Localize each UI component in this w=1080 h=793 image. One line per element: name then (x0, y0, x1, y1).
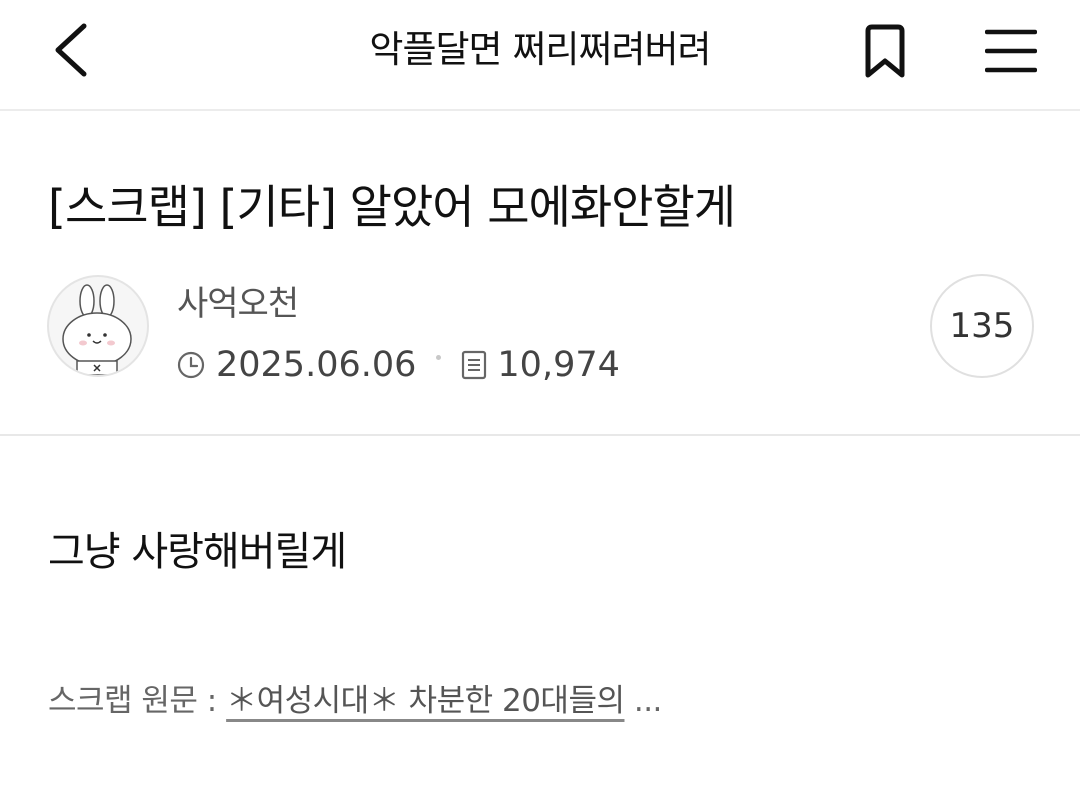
hamburger-menu-icon (985, 29, 1037, 73)
bookmark-button[interactable] (852, 18, 918, 84)
post-title: [스크랩] [기타] 알았어 모에화안할게 (48, 180, 736, 234)
meta-separator (436, 354, 442, 360)
scrap-source-label: 스크랩 원문 : (48, 683, 217, 719)
scrap-source-ellipsis: ... (633, 683, 663, 719)
views-document-icon (461, 350, 487, 380)
back-button[interactable] (40, 18, 100, 82)
bunny-avatar-icon (62, 284, 132, 375)
menu-button[interactable] (978, 18, 1044, 84)
post-meta: 2025.06.06 10,974 (176, 340, 620, 390)
post-body-text: 그냥 사랑해버릴게 (48, 529, 347, 575)
bookmark-icon (865, 24, 905, 78)
view-count: 10,974 (497, 345, 620, 385)
author-name[interactable]: 사억오천 (177, 280, 299, 328)
comment-count-button[interactable]: 135 (930, 274, 1034, 378)
top-app-bar: 악플달면 쩌리쩌려버려 (0, 0, 1080, 111)
post-date: 2025.06.06 (216, 345, 417, 385)
chevron-left-icon (55, 23, 87, 77)
clock-icon (176, 350, 206, 380)
content-divider (0, 434, 1080, 436)
scrap-source: 스크랩 원문 : ＊여성시대＊ 차분한 20대들의 ... (48, 676, 662, 726)
scrap-source-link[interactable]: ＊여성시대＊ 차분한 20대들의 (226, 683, 625, 719)
author-avatar[interactable] (47, 275, 149, 377)
cafe-name[interactable]: 악플달면 쩌리쩌려버려 (240, 24, 840, 76)
